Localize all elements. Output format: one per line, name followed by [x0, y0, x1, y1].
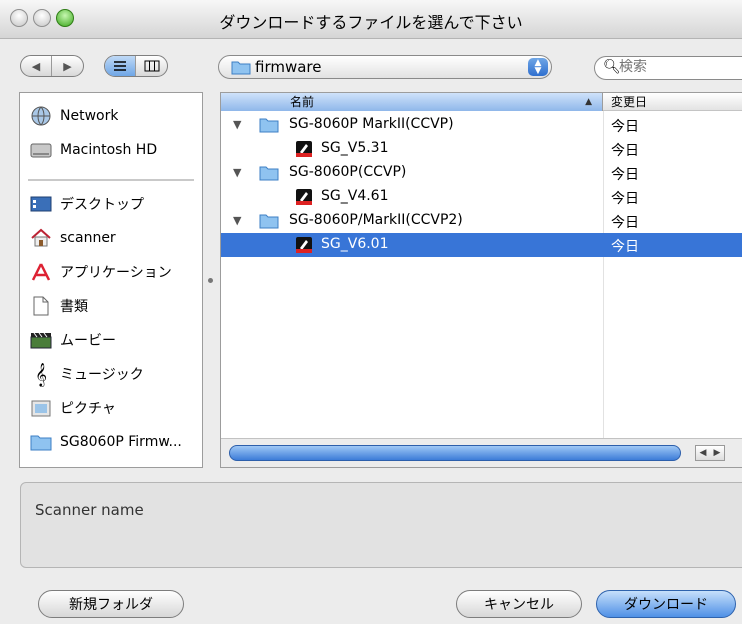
sidebar-item-desktop[interactable]: デスクトップ — [20, 187, 202, 221]
sidebar-item-movies[interactable]: ムービー — [20, 323, 202, 357]
new-folder-button[interactable]: 新規フォルダ — [38, 590, 184, 618]
list-view-icon[interactable] — [105, 56, 136, 76]
file-download-dialog: ダウンロードするファイルを選んで下さい ◀ ▶ firmware ▲▼ 🔍︎ — [0, 0, 742, 624]
music-icon: 𝄞 — [35, 362, 47, 386]
scroll-arrows: ◀ ▶ — [695, 445, 725, 461]
sidebar-item-label: Network — [60, 108, 119, 124]
file-row[interactable]: ▼ SG-8060P MarkII(CCVP) 今日 — [221, 113, 742, 137]
file-date: 今日 — [611, 119, 639, 135]
disclosure-triangle-icon[interactable]: ▼ — [233, 118, 241, 131]
file-date: 今日 — [611, 239, 639, 255]
file-list: 名前 ▲ 変更日 ▼ SG-8060P MarkII(CCVP) 今日 SG_V… — [220, 92, 742, 468]
back-arrow-icon[interactable]: ◀ — [21, 56, 52, 76]
folder-icon — [259, 212, 279, 233]
firmware-file-icon — [295, 236, 313, 258]
sidebar-item-pictures[interactable]: ピクチャ — [20, 391, 202, 425]
applications-icon — [30, 261, 52, 283]
file-date: 今日 — [611, 143, 639, 159]
column-header-date-label: 変更日 — [611, 95, 648, 109]
file-row[interactable]: SG_V5.31 今日 — [221, 137, 742, 161]
sidebar-item-label: ミュージック — [60, 367, 144, 383]
documents-icon — [30, 295, 52, 317]
scrollbar-thumb[interactable] — [229, 445, 681, 461]
column-header-name-label: 名前 — [290, 95, 315, 109]
movies-icon — [30, 329, 52, 351]
search-input[interactable] — [619, 59, 729, 75]
column-header-date[interactable]: 変更日 — [603, 93, 742, 111]
column-header-name[interactable]: 名前 ▲ — [221, 93, 603, 111]
network-globe-icon — [30, 105, 52, 127]
home-icon — [30, 227, 52, 249]
search-field[interactable]: 🔍︎ — [594, 56, 742, 80]
file-date: 今日 — [611, 215, 639, 231]
window-title: ダウンロードするファイルを選んで下さい — [219, 13, 523, 32]
hard-drive-icon — [30, 139, 52, 161]
sidebar-item-label: 書類 — [60, 299, 88, 315]
file-date: 今日 — [611, 191, 639, 207]
split-view-handle[interactable] — [208, 278, 213, 283]
sort-ascending-icon: ▲ — [585, 97, 592, 107]
sidebar-item-label: ピクチャ — [60, 401, 116, 417]
title-bar: ダウンロードするファイルを選んで下さい — [0, 0, 742, 39]
download-button[interactable]: ダウンロード — [596, 590, 736, 618]
toolbar: ◀ ▶ firmware ▲ ▼ 🔍︎ — [0, 38, 742, 92]
file-row-selected[interactable]: SG_V6.01 今日 — [221, 233, 742, 257]
folder-icon — [259, 116, 279, 137]
folder-icon — [30, 431, 52, 453]
scroll-right-icon[interactable]: ▶ — [710, 446, 724, 460]
sidebar-item-scanner[interactable]: scanner — [20, 221, 202, 255]
horizontal-scrollbar[interactable]: ◀ ▶ — [221, 438, 742, 467]
file-name: SG-8060P(CCVP) — [289, 164, 407, 180]
sidebar-item-label: scanner — [60, 230, 116, 246]
sidebar-item-macintosh-hd[interactable]: Macintosh HD — [20, 133, 202, 167]
sidebar: Network Macintosh HD デスクトップ scanner アプリケ… — [19, 92, 203, 468]
sidebar-item-label: アプリケーション — [60, 265, 172, 281]
sidebar-item-sg8060p-firmware[interactable]: SG8060P Firmw... — [20, 425, 202, 459]
file-name: SG_V4.61 — [321, 188, 389, 204]
file-row[interactable]: SG_V4.61 今日 — [221, 185, 742, 209]
file-date: 今日 — [611, 167, 639, 183]
sidebar-divider — [28, 179, 194, 181]
scanner-info-panel: Scanner name — [20, 482, 742, 568]
sidebar-item-documents[interactable]: 書類 — [20, 289, 202, 323]
folder-icon — [259, 164, 279, 185]
file-row[interactable]: ▼ SG-8060P/MarkII(CCVP2) 今日 — [221, 209, 742, 233]
location-label: firmware — [255, 58, 322, 76]
file-name: SG_V6.01 — [321, 236, 389, 252]
file-name: SG_V5.31 — [321, 140, 389, 156]
folder-icon — [231, 59, 251, 79]
firmware-file-icon — [295, 188, 313, 210]
sidebar-item-label: デスクトップ — [60, 197, 144, 213]
sidebar-item-label: Macintosh HD — [60, 142, 158, 158]
firmware-file-icon — [295, 140, 313, 162]
popup-arrows-icon: ▲ ▼ — [528, 58, 548, 76]
view-mode-buttons — [104, 55, 168, 77]
sidebar-item-network[interactable]: Network — [20, 99, 202, 133]
sidebar-item-label: SG8060P Firmw... — [60, 434, 182, 450]
sidebar-item-label: ムービー — [60, 333, 116, 349]
cancel-button[interactable]: キャンセル — [456, 590, 582, 618]
scroll-left-icon[interactable]: ◀ — [696, 446, 710, 460]
sidebar-item-music[interactable]: 𝄞 ミュージック — [20, 357, 202, 391]
file-name: SG-8060P MarkII(CCVP) — [289, 116, 454, 132]
desktop-icon — [30, 193, 52, 215]
pictures-icon — [30, 397, 52, 419]
sidebar-item-applications[interactable]: アプリケーション — [20, 255, 202, 289]
nav-buttons: ◀ ▶ — [20, 55, 84, 77]
column-view-icon[interactable] — [136, 56, 167, 76]
file-row[interactable]: ▼ SG-8060P(CCVP) 今日 — [221, 161, 742, 185]
disclosure-triangle-icon[interactable]: ▼ — [233, 214, 241, 227]
location-popup[interactable]: firmware ▲ ▼ — [218, 55, 552, 79]
disclosure-triangle-icon[interactable]: ▼ — [233, 166, 241, 179]
scanner-name-label: Scanner name — [35, 501, 144, 519]
forward-arrow-icon[interactable]: ▶ — [52, 56, 83, 76]
file-name: SG-8060P/MarkII(CCVP2) — [289, 212, 463, 228]
